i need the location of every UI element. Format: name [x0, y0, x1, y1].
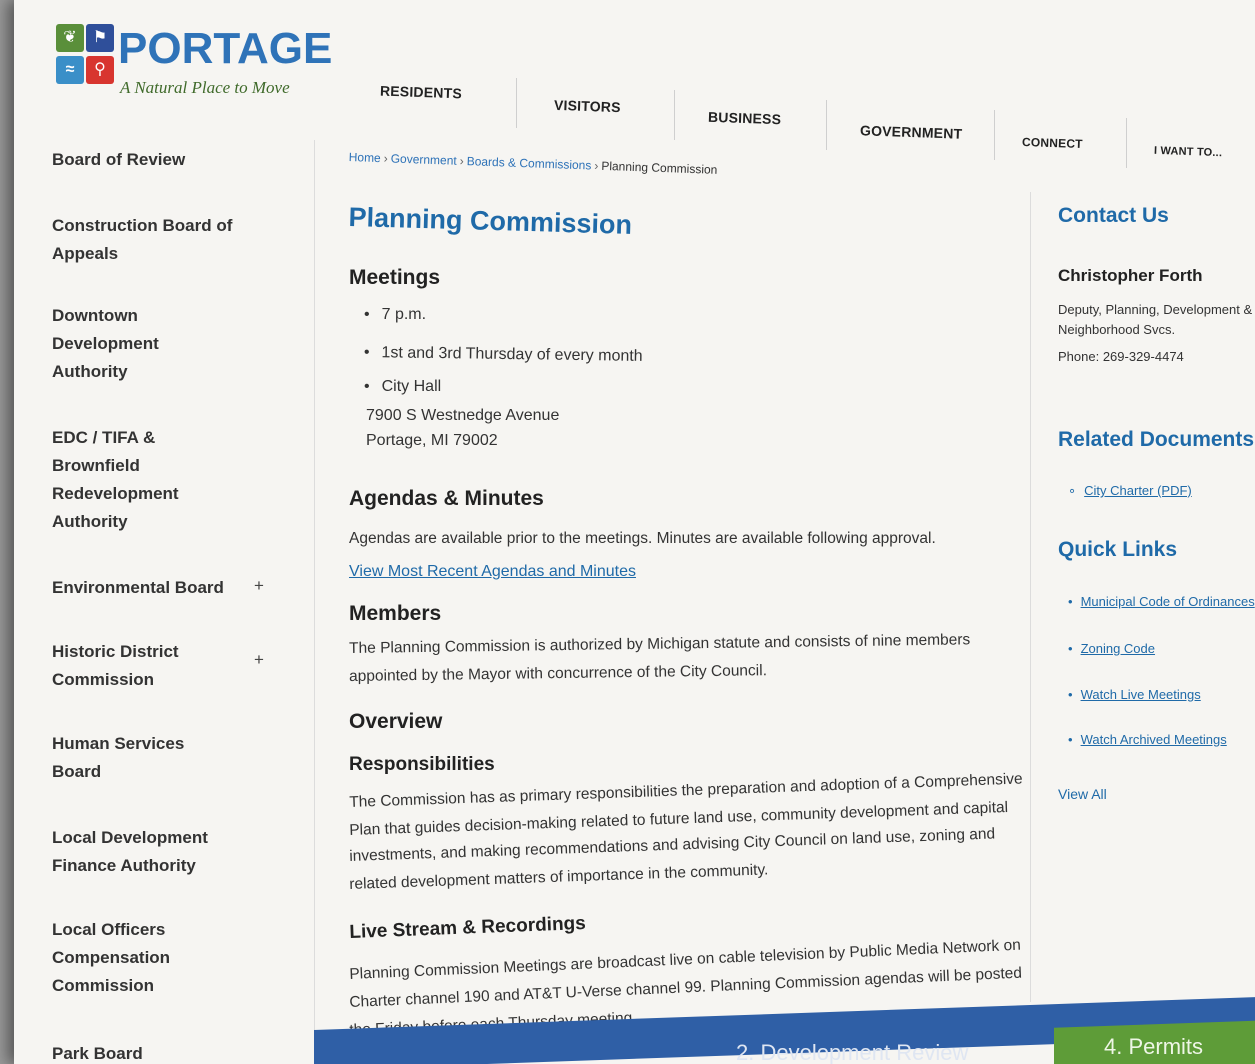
members-text-line-2: appointed by the Mayor with concurrence …: [349, 662, 768, 685]
page: ❦ ⚑ ≈ ⚲ PORTAGE A Natural Place to Move …: [14, 0, 1255, 1064]
contact-phone: Phone: 269-329-4474: [1058, 349, 1184, 364]
view-all-link[interactable]: View All: [1058, 786, 1107, 802]
breadcrumb-current: Planning Commission: [601, 158, 718, 177]
sidebar-item-local-officers[interactable]: Local Officers Compensation Commission: [52, 916, 192, 1000]
quick-link-zoning-code[interactable]: • Zoning Code: [1068, 641, 1155, 656]
sidebar-item-park-board[interactable]: Park Board: [52, 1040, 252, 1064]
members-text-line-1: The Planning Commission is authorized by…: [349, 631, 971, 657]
nav-government[interactable]: GOVERNMENT: [860, 122, 963, 142]
address-line-2: Portage, MI 79002: [366, 432, 498, 449]
nav-business[interactable]: BUSINESS: [708, 109, 782, 128]
responsibilities-heading: Responsibilities: [349, 754, 495, 775]
meetings-heading: Meetings: [349, 266, 441, 289]
contact-name: Christopher Forth: [1058, 266, 1203, 285]
sidebar-item-historic-district[interactable]: Historic District Commission: [52, 638, 202, 694]
quick-link-watch-archived[interactable]: • Watch Archived Meetings: [1068, 732, 1227, 747]
sidebar-item-edc-tifa[interactable]: EDC / TIFA & Brownfield Redevelopment Au…: [52, 424, 202, 536]
contact-title-line-1: Deputy, Planning, Development &: [1058, 302, 1253, 317]
footer-development-review[interactable]: 2. Development Review: [736, 1040, 968, 1064]
sidebar-nav: Board of Review Construction Board of Ap…: [14, 112, 314, 1064]
overview-heading: Overview: [349, 710, 443, 733]
nav-divider: [994, 110, 995, 160]
quick-link-municipal-code[interactable]: • Municipal Code of Ordinances: [1068, 594, 1255, 609]
nav-divider: [826, 100, 827, 150]
livestream-heading: Live Stream & Recordings: [349, 912, 587, 943]
swimmer-icon: ≈: [56, 56, 84, 84]
quick-link-watch-live[interactable]: • Watch Live Meetings: [1068, 687, 1201, 702]
sidebar-item-local-development-finance[interactable]: Local Development Finance Authority: [52, 824, 222, 880]
logo-tiles: ❦ ⚑ ≈ ⚲: [56, 20, 116, 100]
bullet-icon: •: [1068, 687, 1073, 702]
nav-divider: [516, 78, 517, 128]
sidebar-item-construction-board[interactable]: Construction Board of Appeals: [52, 212, 252, 268]
meeting-time: 7 p.m.: [364, 306, 426, 324]
agendas-text: Agendas are available prior to the meeti…: [349, 530, 936, 547]
logo-wordmark: PORTAGE: [118, 24, 333, 73]
breadcrumb-government[interactable]: Government: [391, 151, 457, 167]
nav-connect[interactable]: CONNECT: [1022, 135, 1083, 151]
logo-tagline: A Natural Place to Move: [120, 78, 290, 97]
contact-heading: Contact Us: [1058, 204, 1169, 227]
sidebar-divider: [314, 140, 315, 1064]
circle-bullet-icon: ∘: [1068, 483, 1077, 498]
nav-visitors[interactable]: VISITORS: [554, 97, 621, 115]
portage-logo[interactable]: ❦ ⚑ ≈ ⚲ PORTAGE A Natural Place to Move: [56, 20, 332, 105]
nav-residents[interactable]: RESIDENTS: [380, 83, 462, 102]
address-line-1: 7900 S Westnedge Avenue: [366, 407, 560, 424]
site-header: ❦ ⚑ ≈ ⚲ PORTAGE A Natural Place to Move …: [14, 0, 1255, 168]
page-title: Planning Commission: [348, 202, 633, 240]
footer-permits[interactable]: 4. Permits: [1104, 1034, 1203, 1060]
breadcrumb-separator: ›: [459, 153, 464, 169]
runner-icon: ⚑: [86, 24, 114, 52]
bullet-icon: •: [1068, 732, 1073, 747]
expand-plus-icon[interactable]: +: [254, 576, 264, 596]
responsibilities-text-line-4: related development matters of importanc…: [349, 861, 769, 893]
sidebar-item-environmental-board[interactable]: Environmental Board: [52, 574, 252, 602]
breadcrumb-separator: ›: [594, 158, 599, 173]
meeting-location: City Hall: [364, 378, 442, 396]
quick-links-heading: Quick Links: [1058, 538, 1178, 561]
related-doc-link-city-charter[interactable]: ∘ City Charter (PDF): [1068, 483, 1192, 499]
breadcrumb-home[interactable]: Home: [349, 150, 381, 165]
nav-divider: [1126, 118, 1127, 168]
nav-i-want-to[interactable]: I WANT TO...: [1154, 145, 1223, 159]
nav-divider: [674, 90, 675, 140]
agendas-heading: Agendas & Minutes: [349, 487, 544, 510]
leaf-icon: ❦: [56, 24, 84, 52]
bullet-icon: •: [1068, 594, 1073, 609]
cyclist-icon: ⚲: [86, 56, 114, 84]
related-documents-heading: Related Documents: [1058, 428, 1255, 451]
agendas-minutes-link[interactable]: View Most Recent Agendas and Minutes: [349, 563, 636, 581]
meeting-schedule: 1st and 3rd Thursday of every month: [364, 344, 642, 366]
main-nav: RESIDENTS VISITORS BUSINESS GOVERNMENT C…: [344, 64, 1255, 168]
breadcrumb-separator: ›: [383, 151, 388, 166]
sidebar-item-board-of-review[interactable]: Board of Review: [52, 146, 252, 174]
breadcrumb-boards[interactable]: Boards & Commissions: [466, 154, 591, 172]
members-heading: Members: [349, 602, 442, 625]
bullet-icon: •: [1068, 641, 1073, 656]
contact-title-line-2: Neighborhood Svcs.: [1058, 322, 1176, 337]
expand-plus-icon[interactable]: +: [254, 650, 264, 670]
right-column-divider: [1030, 192, 1031, 1002]
sidebar-item-downtown-development[interactable]: Downtown Development Authority: [52, 302, 182, 386]
sidebar-item-human-services[interactable]: Human Services Board: [52, 730, 202, 786]
